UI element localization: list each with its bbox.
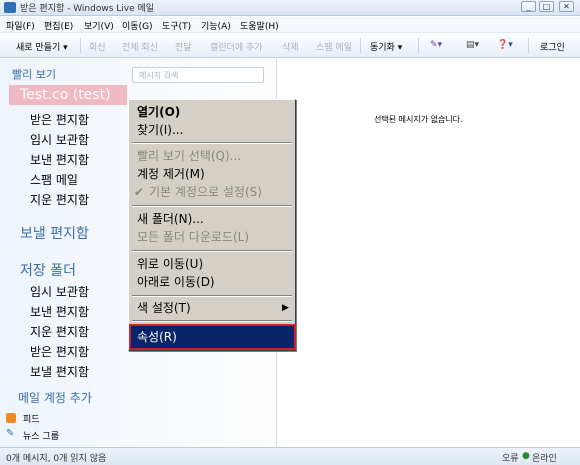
status-online[interactable]: 온라인 [532,451,557,464]
title-bar: 받은 편지함 - Windows Live 메일 _ □ ✕ [0,0,580,16]
reply-button[interactable]: 회신 [89,40,106,53]
folder-drafts[interactable]: 임시 보관함 [30,131,89,148]
menu-separator [132,142,292,144]
storage-sent[interactable]: 보낸 편지함 [30,303,89,320]
help-icon[interactable]: ❓▾ [497,40,513,50]
newsgroup-icon: ✎ [6,428,15,439]
empty-message: 선택된 메시지가 없습니다. [374,115,463,124]
feeds-link[interactable]: 피드 [23,412,40,425]
menu-file[interactable]: 파일(F) [6,19,35,32]
layout-icon[interactable]: ▤▾ [466,40,479,50]
menu-set-default[interactable]: 기본 계정으로 설정(S) [149,184,262,201]
menu-remove-account[interactable]: 계정 제거(M) [137,166,205,183]
menu-move-up[interactable]: 위로 이동(U) [137,256,203,273]
check-icon: ✔ [134,185,145,199]
folder-deleted[interactable]: 지운 편지함 [30,191,89,208]
menu-move-down[interactable]: 아래로 이동(D) [137,274,215,291]
menu-find[interactable]: 찾기(I)... [137,122,183,139]
menu-tools[interactable]: 도구(T) [162,19,191,32]
menu-separator [132,250,292,252]
menu-bar: 파일(F) 편집(E) 보기(V) 이동(G) 도구(T) 기능(A) 도움말(… [0,17,580,33]
delete-button[interactable]: 삭제 [282,40,299,53]
status-text: 0개 메시지, 0개 읽지 않음 [6,454,107,464]
storage-outbox[interactable]: 보낼 편지함 [30,363,89,380]
menu-edit[interactable]: 편집(E) [44,19,73,32]
menu-open[interactable]: 열기(O) [137,104,180,121]
account-name[interactable]: Test.co (test) [20,87,111,103]
folder-sent[interactable]: 보낸 편지함 [30,151,89,168]
close-button[interactable]: ✕ [559,1,574,12]
menu-help[interactable]: 도움말(H) [240,19,279,32]
menu-new-folder[interactable]: 새 폴더(N)... [137,211,204,228]
menu-separator [132,205,292,207]
folder-junk[interactable]: 스팸 메일 [30,171,78,188]
toolbar-separator [360,38,361,53]
context-menu: 열기(O) 찾기(I)... 빨리 보기 선택(Q)... 계정 제거(M) ✔… [128,99,296,351]
quick-view-heading[interactable]: 빨리 보기 [12,66,56,82]
online-icon: ● [522,451,530,461]
add-mail-account-link[interactable]: 메일 계정 추가 [18,389,92,406]
toolbar-separator [80,38,81,53]
folder-inbox[interactable]: 받은 편지함 [30,111,89,128]
new-button[interactable]: 새로 만들기 ▾ [16,40,68,53]
storage-deleted[interactable]: 지운 편지함 [30,323,89,340]
reply-all-button[interactable]: 전체 회신 [122,40,158,53]
junk-button[interactable]: 스팸 메일 [316,40,352,53]
window-title: 받은 편지함 - Windows Live 메일 [20,4,155,14]
search-input[interactable]: 메시지 검색 [132,67,264,83]
pen-icon[interactable]: ✎▾ [430,40,442,50]
maximize-button[interactable]: □ [539,1,554,12]
menu-go[interactable]: 이동(G) [122,19,153,32]
toolbar: 새로 만들기 ▾ 회신 전체 회신 전달 캘린더에 추가 삭제 스팸 메일 동기… [0,34,580,58]
rss-icon [6,413,16,423]
menu-separator [132,320,292,322]
highlight-box [129,324,296,350]
storage-folders-heading[interactable]: 저장 폴더 [20,260,76,280]
storage-inbox[interactable]: 받은 편지함 [30,343,89,360]
forward-button[interactable]: 전달 [175,40,192,53]
search-placeholder: 메시지 검색 [139,71,179,80]
toolbar-separator [528,38,529,53]
add-calendar-button[interactable]: 캘린더에 추가 [210,40,263,53]
login-button[interactable]: 로그인 [540,40,565,53]
menu-color-setting[interactable]: 색 설정(T) [137,300,191,317]
app-icon [4,2,16,13]
menu-quick-view-select[interactable]: 빨리 보기 선택(Q)... [137,148,241,165]
storage-drafts[interactable]: 임시 보관함 [30,283,89,300]
minimize-button[interactable]: _ [521,1,536,12]
status-error[interactable]: 오류 [502,451,519,464]
newsgroups-link[interactable]: 뉴스 그룹 [23,429,59,442]
sync-button[interactable]: 동기화 ▾ [370,40,402,53]
submenu-arrow-icon: ▶ [282,303,289,313]
menu-separator [132,295,292,297]
status-bar: 0개 메시지, 0개 읽지 않음 오류 ● 온라인 [0,447,580,465]
folder-outbox[interactable]: 보낼 편지함 [20,223,89,243]
toolbar-separator [418,38,419,53]
menu-actions[interactable]: 기능(A) [201,19,231,32]
menu-view[interactable]: 보기(V) [84,19,114,32]
menu-download-all[interactable]: 모든 폴더 다운로드(L) [137,229,249,246]
